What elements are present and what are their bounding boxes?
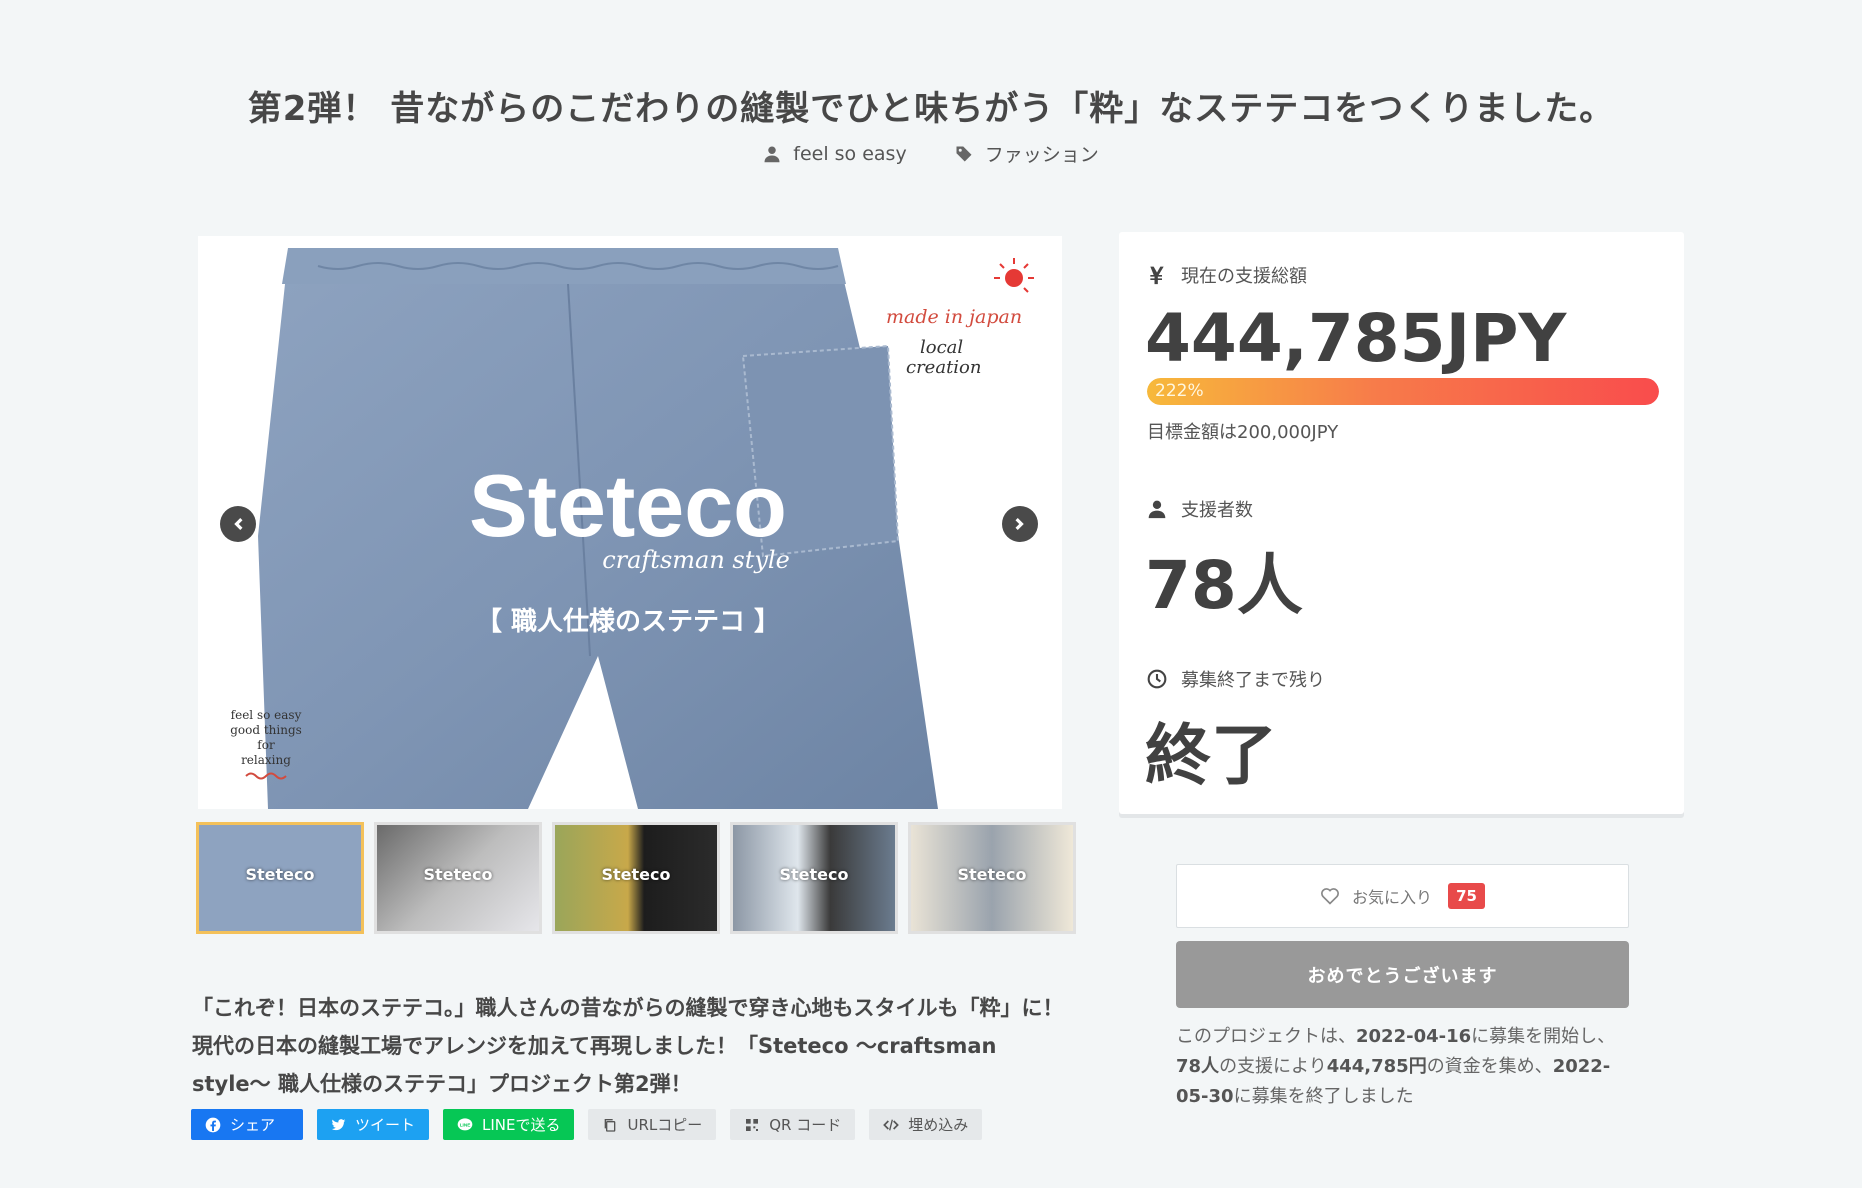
carousel-next-button[interactable] xyxy=(1002,506,1038,542)
summary-text-1: このプロジェクトは、 xyxy=(1176,1026,1356,1047)
summary-text-4: の資金を集め、 xyxy=(1426,1056,1553,1077)
facebook-share-label: シェア xyxy=(230,1116,276,1134)
favorite-count-badge: 75 xyxy=(1448,883,1485,909)
qr-code-label: QR コード xyxy=(769,1116,842,1134)
backers-label: 支援者数 xyxy=(1181,500,1253,521)
heart-icon xyxy=(1321,888,1339,905)
copy-icon xyxy=(605,1118,616,1132)
category-link[interactable]: ファッション xyxy=(955,140,1099,167)
thumbnail-2[interactable]: Steteco xyxy=(374,822,542,934)
tag-icon xyxy=(956,146,972,161)
author-name: feel so easy xyxy=(793,142,907,165)
user-icon xyxy=(1148,500,1166,519)
funding-progress-bar: 222% xyxy=(1147,378,1659,405)
category-name: ファッション xyxy=(984,144,1099,166)
favorite-label: お気に入り xyxy=(1352,888,1433,907)
thumbnail-label: Steteco xyxy=(423,865,493,884)
clock-icon xyxy=(1147,669,1167,689)
thumbnail-3[interactable]: Steteco xyxy=(552,822,720,934)
backers-label-row: 支援者数 xyxy=(1147,496,1253,522)
progress-percent: 222% xyxy=(1155,381,1204,401)
thumbnail-label: Steteco xyxy=(245,865,315,884)
steteco-photo: made in japan local creation Steteco cra… xyxy=(198,236,1062,809)
remaining-value: 終了 xyxy=(1145,717,1277,794)
tagline-text: craftsman style xyxy=(602,546,790,574)
corner-text-3: for xyxy=(257,738,275,752)
thumbnail-label: Steteco xyxy=(779,865,849,884)
line-share-button[interactable]: LINE LINEで送る xyxy=(443,1109,575,1140)
line-share-label: LINEで送る xyxy=(482,1116,561,1134)
funding-stats-panel: 現在の支援総額 444,785JPY 222% 目標金額は200,000JPY … xyxy=(1119,232,1684,814)
thumbnail-label: Steteco xyxy=(601,865,671,884)
total-label-row: 現在の支援総額 xyxy=(1147,262,1307,288)
creation-text: creation xyxy=(906,357,982,378)
share-bar: シェア ツイート LINE LINEで送る URLコピー QR コード 埋め込み xyxy=(191,1109,983,1140)
thumbnail-label: Steteco xyxy=(957,865,1027,884)
progress-fill xyxy=(1147,378,1659,405)
twitter-share-label: ツイート xyxy=(354,1116,415,1134)
url-copy-button[interactable]: URLコピー xyxy=(588,1109,717,1140)
thumbnail-4[interactable]: Steteco xyxy=(730,822,898,934)
summary-text-3: の支援により xyxy=(1219,1056,1327,1077)
subtitle-text: 【 職人仕様のステテコ 】 xyxy=(476,606,780,637)
thumbnail-1[interactable]: Steteco xyxy=(196,822,364,934)
embed-label: 埋め込み xyxy=(908,1116,969,1134)
twitter-icon xyxy=(331,1118,346,1130)
summary-text-5: に募集を終了しました xyxy=(1233,1086,1414,1107)
main-product-image: made in japan local creation Steteco cra… xyxy=(198,236,1062,809)
thumbnail-strip: Steteco Steteco Steteco Steteco Steteco xyxy=(196,822,1076,934)
project-title: 第2弾！ 昔ながらのこだわりの縫製でひと味ちがう「粋」なステテコをつくりました。 xyxy=(247,88,1615,129)
corner-text-4: relaxing xyxy=(241,753,291,767)
project-description: 「これぞ！日本のステテコ。」職人さんの昔ながらの縫製で穿き心地もスタイルも「粋」… xyxy=(192,996,1064,1096)
project-ended-button: おめでとうございます xyxy=(1176,941,1629,1008)
project-summary: このプロジェクトは、2022-04-16に募集を開始し、 78人の支援により444… xyxy=(1176,1022,1631,1112)
corner-text-1: feel so easy xyxy=(231,708,302,722)
user-icon xyxy=(764,146,780,162)
facebook-share-button[interactable]: シェア xyxy=(191,1109,303,1140)
line-icon: LINE xyxy=(457,1117,473,1130)
summary-amount: 444,785円 xyxy=(1326,1056,1427,1077)
qr-code-button[interactable]: QR コード xyxy=(730,1109,856,1140)
chevron-left-icon xyxy=(234,518,243,530)
summary-backers: 78人 xyxy=(1176,1056,1220,1077)
carousel-prev-button[interactable] xyxy=(220,506,256,542)
remaining-label-row: 募集終了まで残り xyxy=(1147,666,1325,692)
yen-icon xyxy=(1150,266,1164,285)
code-icon xyxy=(883,1119,900,1130)
project-meta: feel so easy ファッション xyxy=(0,140,1862,167)
embed-button[interactable]: 埋め込み xyxy=(869,1109,983,1140)
local-text: local xyxy=(920,337,963,358)
author-link[interactable]: feel so easy xyxy=(763,140,907,167)
chevron-right-icon xyxy=(1015,518,1024,530)
corner-text-2: good things xyxy=(230,723,302,737)
favorite-button[interactable]: お気に入り 75 xyxy=(1176,864,1629,928)
remaining-label: 募集終了まで残り xyxy=(1181,670,1325,691)
backers-count: 78人 xyxy=(1145,547,1303,624)
total-label: 現在の支援総額 xyxy=(1181,266,1307,287)
goal-amount: 目標金額は200,000JPY xyxy=(1147,422,1339,443)
total-amount: 444,785JPY xyxy=(1145,300,1567,377)
summary-text-2: に募集を開始し、 xyxy=(1471,1026,1616,1047)
url-copy-label: URLコピー xyxy=(627,1116,703,1134)
thumbnail-5[interactable]: Steteco xyxy=(908,822,1076,934)
svg-text:LINE: LINE xyxy=(460,1122,471,1127)
summary-start-date: 2022-04-16 xyxy=(1356,1026,1472,1047)
twitter-share-button[interactable]: ツイート xyxy=(317,1109,429,1140)
facebook-icon xyxy=(205,1117,221,1132)
brand-text: Steteco xyxy=(469,456,787,555)
qr-code-icon xyxy=(746,1118,759,1131)
made-in-japan-text: made in japan xyxy=(886,306,1022,328)
